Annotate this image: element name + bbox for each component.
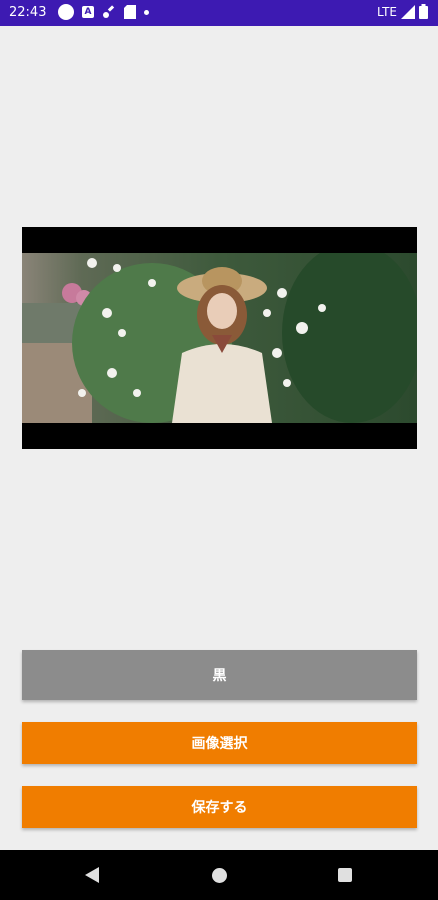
- dot-icon: [144, 9, 149, 15]
- network-type: LTE: [377, 4, 397, 19]
- status-time: 22:43: [9, 5, 47, 20]
- notification-icons: A: [58, 4, 149, 20]
- home-icon[interactable]: [212, 868, 227, 883]
- portrait-photo: [22, 253, 417, 423]
- save-button[interactable]: 保存する: [22, 786, 417, 828]
- sd-card-icon: [124, 5, 136, 19]
- select-image-button[interactable]: 画像選択: [22, 722, 417, 764]
- circle-icon: [58, 4, 74, 20]
- tools-icon: [103, 5, 115, 18]
- black-button[interactable]: 黒: [22, 650, 417, 700]
- navigation-bar: [0, 850, 438, 900]
- status-bar: 22:43 A LTE: [0, 0, 438, 26]
- signal-icon: [401, 4, 415, 19]
- battery-icon: [419, 4, 428, 19]
- recents-icon[interactable]: [338, 868, 352, 882]
- image-preview: [22, 227, 417, 449]
- system-icons: LTE: [377, 4, 428, 19]
- back-icon[interactable]: [85, 867, 99, 883]
- a-icon: A: [82, 6, 94, 18]
